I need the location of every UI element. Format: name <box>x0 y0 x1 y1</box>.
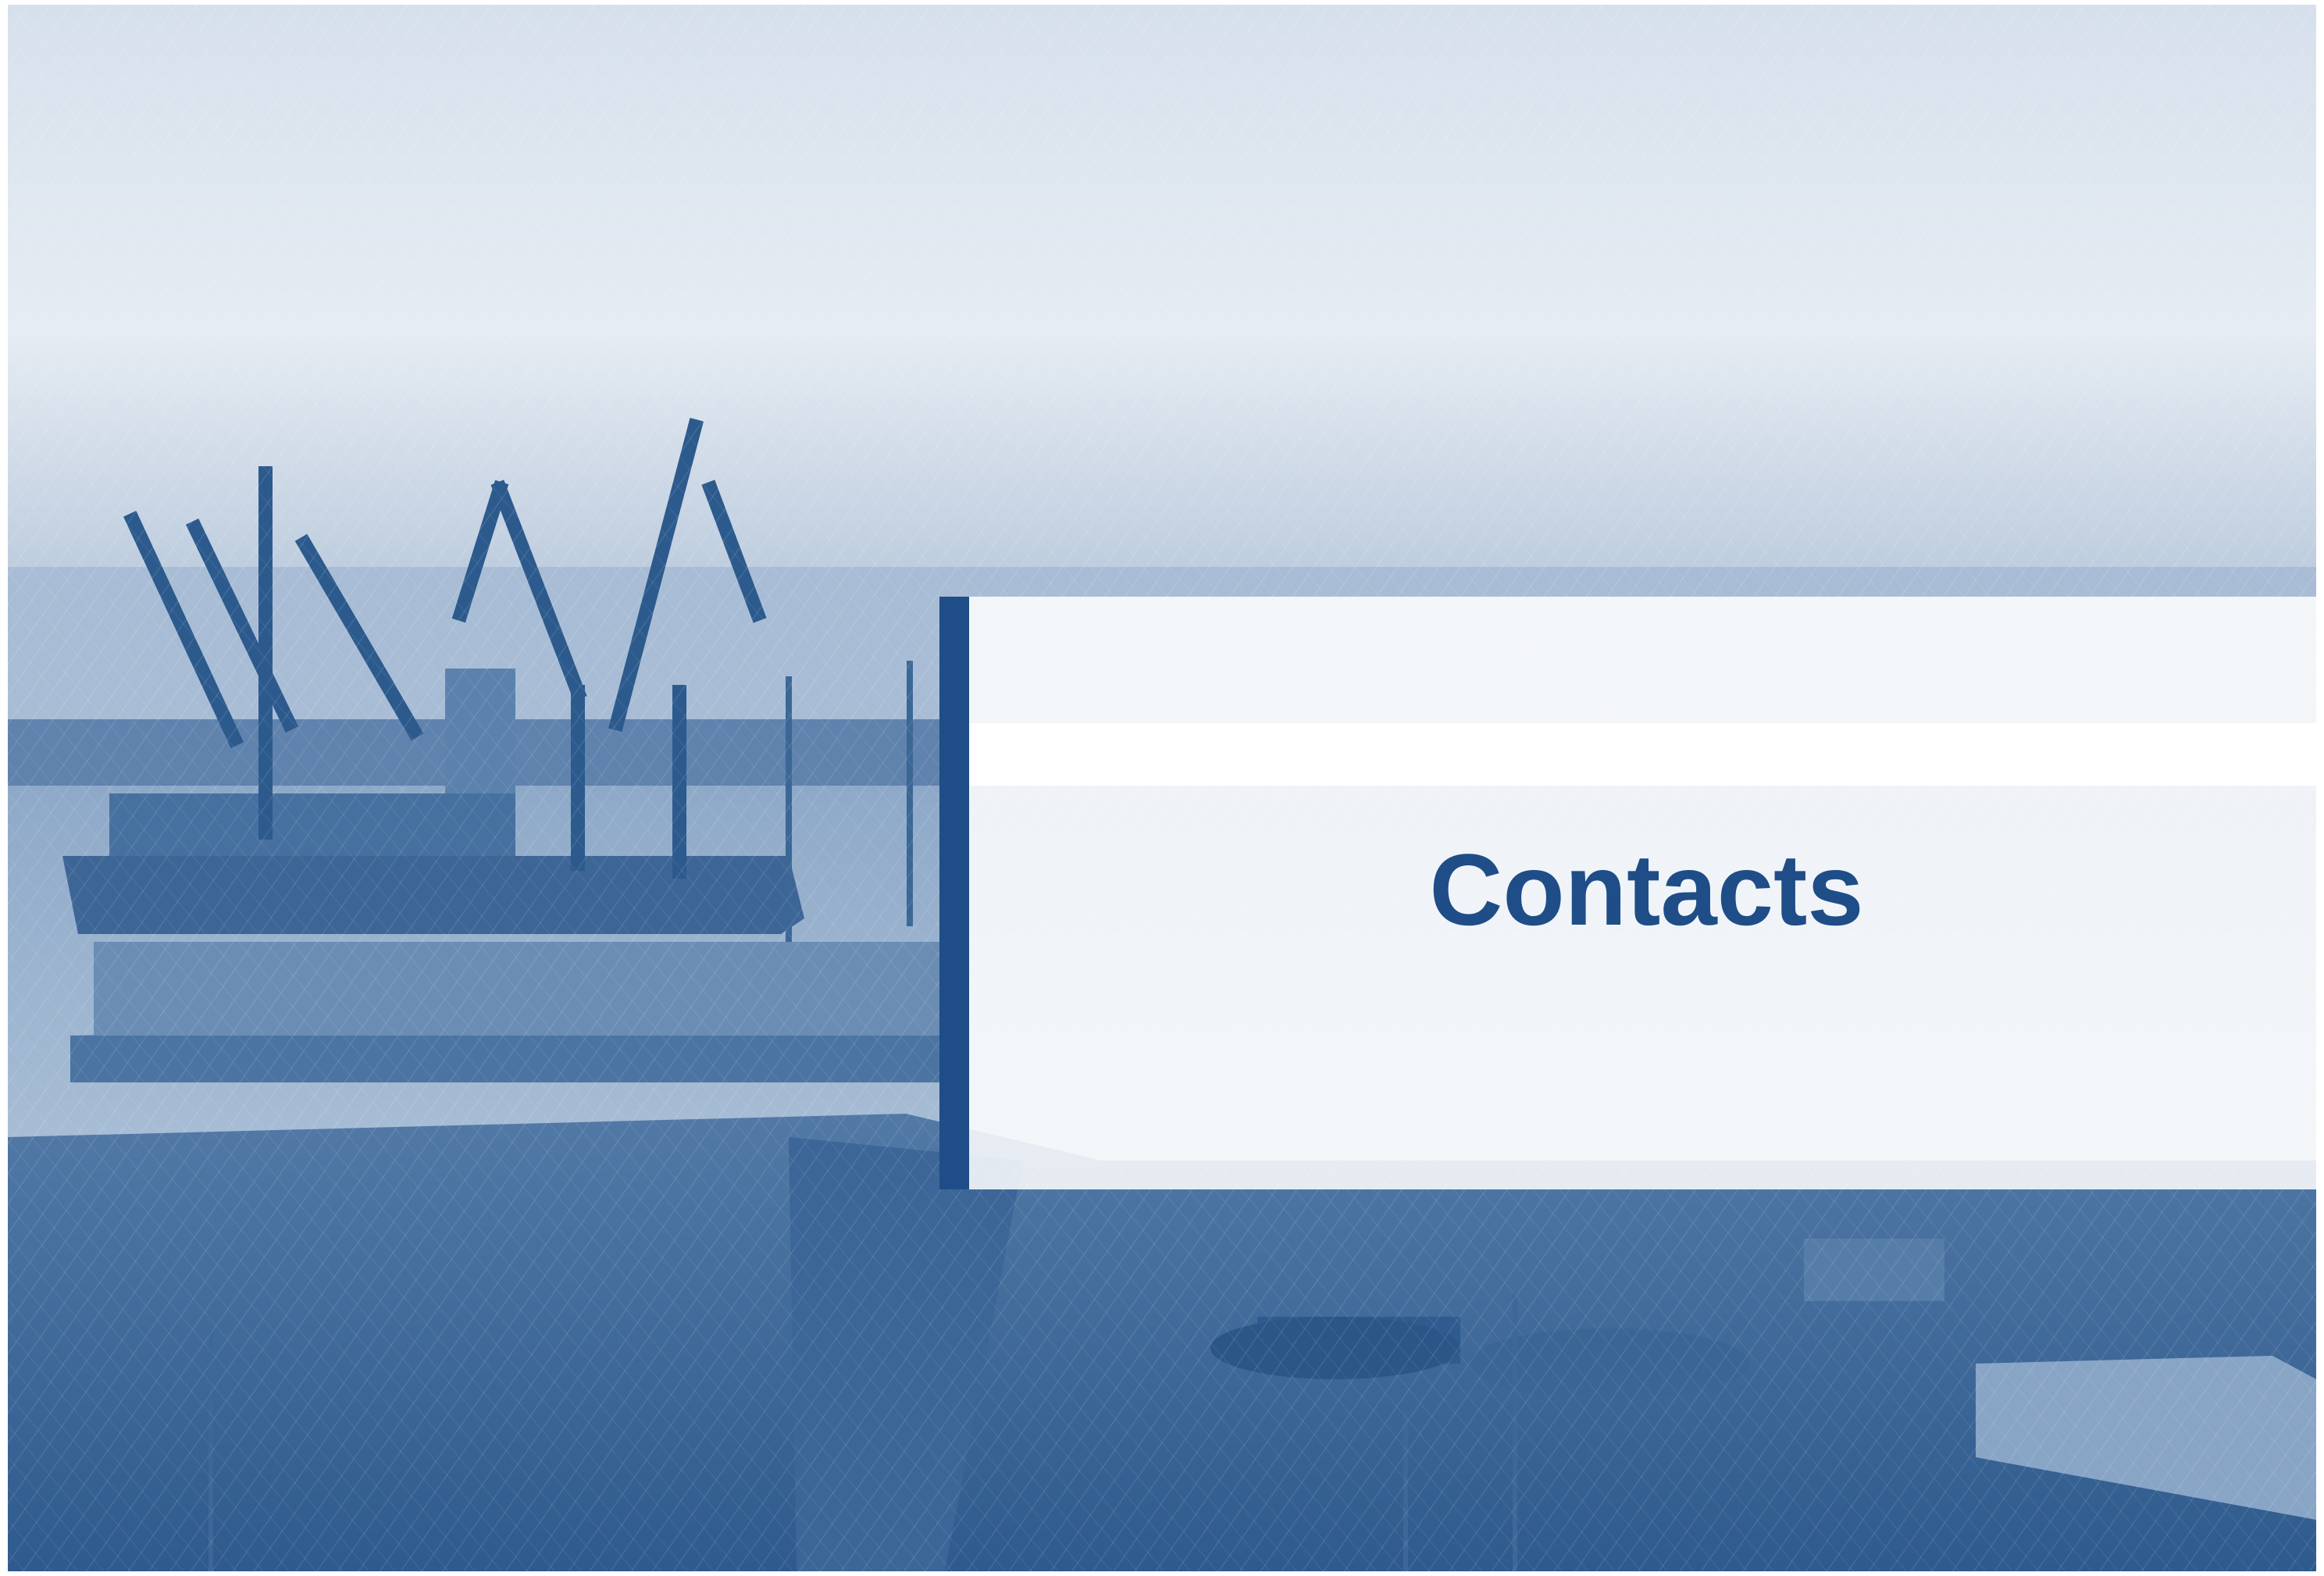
title-card: Contacts <box>939 597 2324 1189</box>
slide-title: Contacts <box>1429 832 1864 947</box>
title-accent-bar <box>939 597 969 1189</box>
slide: Contacts <box>0 0 2324 1576</box>
